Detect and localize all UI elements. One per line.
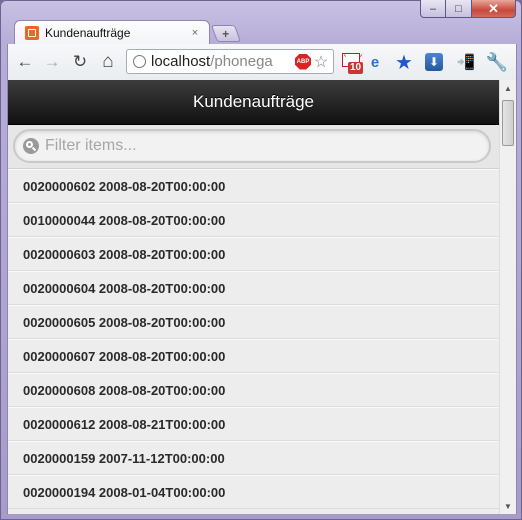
ie-tab-icon[interactable]: e (364, 51, 386, 73)
list-item[interactable]: 0020000607 2008-08-20T00:00:00 (8, 339, 499, 373)
wrench-icon[interactable]: 🔧 (486, 51, 508, 73)
browser-toolbar: ← → ↻ ⌂ localhost/phonega ABP ☆ 10 e ★ ⬇… (7, 44, 517, 80)
search-icon (23, 138, 39, 154)
browser-window: – □ ✕ Kundenaufträge × + ← → ↻ ⌂ localho… (0, 0, 522, 520)
filter-input[interactable]: Filter items... (13, 129, 491, 163)
filter-bar: Filter items... (8, 125, 499, 169)
list-item[interactable]: 0020000159 2007-11-12T00:00:00 (8, 441, 499, 475)
list-item[interactable]: 0020000605 2008-08-20T00:00:00 (8, 305, 499, 339)
bookmarks-star-icon[interactable]: ★ (393, 51, 415, 74)
new-tab-button[interactable]: + (210, 25, 242, 42)
back-icon[interactable]: ← (14, 51, 36, 73)
list-item[interactable]: 0020000608 2008-08-20T00:00:00 (8, 373, 499, 407)
reload-icon[interactable]: ↻ (69, 51, 91, 73)
window-controls: – □ ✕ (420, 0, 516, 20)
maximize-button[interactable]: □ (446, 0, 472, 18)
scrollbar-thumb[interactable] (502, 100, 514, 146)
xampp-favicon-icon (25, 25, 39, 40)
forward-icon[interactable]: → (41, 51, 63, 73)
bookmark-star-icon[interactable]: ☆ (311, 52, 331, 72)
globe-icon (133, 55, 146, 68)
vertical-scrollbar[interactable]: ▲ ▼ (499, 80, 516, 514)
phone-sync-icon[interactable]: 📲 (455, 51, 477, 73)
tab-close-icon[interactable]: × (187, 27, 203, 39)
download-icon[interactable]: ⬇ (425, 53, 443, 71)
list-item[interactable]: 0020000612 2008-08-21T00:00:00 (8, 407, 499, 441)
list-item[interactable]: 0020000603 2008-08-20T00:00:00 (8, 237, 499, 271)
browser-tab[interactable]: Kundenaufträge × (14, 20, 210, 44)
minimize-button[interactable]: – (420, 0, 446, 18)
address-bar[interactable]: localhost/phonega ABP ☆ (126, 49, 334, 74)
list-item[interactable]: 0020000604 2008-08-20T00:00:00 (8, 271, 499, 305)
plus-icon: + (222, 26, 230, 41)
list-item[interactable]: 0010000044 2008-08-20T00:00:00 (8, 203, 499, 237)
tab-title: Kundenaufträge (45, 25, 131, 40)
page-title: Kundenaufträge (193, 92, 314, 111)
close-window-button[interactable]: ✕ (472, 0, 516, 18)
list-item[interactable]: 0020000194 2008-01-04T00:00:00 (8, 475, 499, 509)
page-header: Kundenaufträge (8, 80, 499, 125)
home-icon[interactable]: ⌂ (97, 51, 119, 73)
gmail-count-badge: 10 (348, 62, 364, 74)
adblock-icon[interactable]: ABP (295, 53, 311, 70)
list-item[interactable]: 0020000602 2008-08-20T00:00:00 (8, 169, 499, 203)
url-text[interactable]: localhost/phonega (151, 53, 295, 70)
filter-placeholder: Filter items... (45, 137, 137, 154)
order-list: 0020000602 2008-08-20T00:00:00 001000004… (8, 169, 499, 509)
scroll-up-icon[interactable]: ▲ (500, 80, 516, 96)
page-content: Kundenaufträge Filter items... 002000060… (7, 80, 517, 514)
scroll-down-icon[interactable]: ▼ (500, 498, 516, 514)
